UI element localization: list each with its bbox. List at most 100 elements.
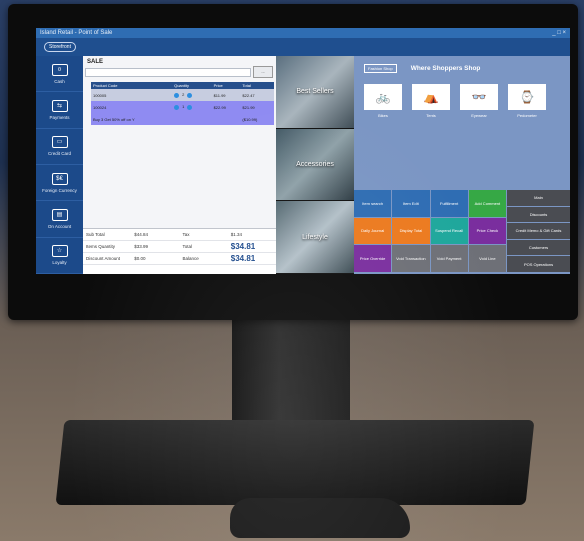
function-buttons: Item search Item Edit Fulfillment Add Comme…	[354, 190, 506, 272]
category-tiles: Best Sellers Accessories Lifestyle	[276, 56, 354, 274]
menu-credit-memo-gift-cards-button[interactable]: Credit Memo & Gift Cards	[507, 223, 570, 239]
items-qty-label: Items Quantity	[86, 244, 116, 249]
balance-value: $34.81	[230, 254, 256, 263]
tile-accessories[interactable]: Accessories	[276, 128, 354, 202]
product-search-input[interactable]	[85, 68, 251, 77]
menu-buttons: Main Discounts Credit Memo & Gift Cards Cus…	[507, 190, 570, 272]
balance-label: Balance	[182, 256, 199, 261]
payment-sidebar: ¤ Cash ⇆ Payments ▭ Credit Card $€ Foreign Curr…	[36, 56, 83, 274]
nav-item-cash[interactable]: ¤ Cash	[36, 56, 83, 93]
cell-code: 100005	[91, 89, 173, 101]
add-comment-button[interactable]: Add Comment	[468, 190, 506, 217]
total-value: $34.81	[230, 242, 256, 251]
cell-qty: 1	[172, 101, 212, 113]
fulfillment-button[interactable]: Fulfillment	[430, 190, 468, 217]
shop-banner: Fashion Shop Where Shoppers Shop	[354, 56, 570, 80]
nav-item-on-account[interactable]: ▤ On Account	[36, 201, 83, 238]
item-search-button[interactable]: Item search	[354, 190, 392, 217]
product-label: Pedometer	[517, 113, 537, 118]
eyewear-icon: 👓	[460, 84, 498, 110]
cell-code: 100024	[91, 101, 173, 113]
cash-icon: ¤	[51, 63, 68, 76]
cell-total: $21.99	[240, 101, 274, 113]
cell-total: ($10.99)	[240, 113, 274, 125]
window-title: Island Retail - Point of Sale	[40, 30, 113, 36]
credit-card-icon: ▭	[51, 136, 68, 149]
item-edit-button[interactable]: Item Edit	[392, 190, 430, 217]
cell-price: $11.99	[211, 89, 241, 101]
nav-item-loyalty[interactable]: ☆ Loyalty	[36, 238, 83, 274]
nav-item-label: Payments	[49, 114, 70, 120]
nav-item-label: Foreign Currency	[42, 187, 77, 193]
col-quantity: Quantity	[172, 82, 212, 89]
menu-customers-button[interactable]: Customers	[507, 239, 570, 256]
shop-slogan: Where Shoppers Shop	[410, 64, 481, 72]
window-titlebar: Island Retail - Point of Sale _ □ ×	[36, 28, 570, 38]
sale-items-table: Product Code Quantity Price Total 100005…	[91, 82, 274, 125]
nav-item-label: On Account	[47, 223, 72, 229]
cell-qty: 2	[172, 89, 212, 101]
table-row[interactable]: 100005 2 $11.99 $22.47	[91, 89, 274, 101]
total-label: Total	[182, 244, 193, 249]
product-bikes[interactable]: 🚲 Bikes	[364, 84, 402, 118]
nav-item-payments[interactable]: ⇆ Payments	[36, 92, 83, 129]
sale-panel: SALE ... Product Code Quantity Price Tot…	[83, 56, 276, 274]
product-eyewear[interactable]: 👓 Eyewear	[460, 84, 498, 118]
tents-icon: ⛺	[412, 84, 450, 110]
increase-qty-icon[interactable]	[187, 104, 193, 110]
app-logo: Storefront	[44, 42, 76, 52]
card-reader	[230, 498, 410, 538]
foreign-currency-icon: $€	[51, 172, 68, 185]
increase-qty-icon[interactable]	[187, 92, 193, 98]
cell-qty	[172, 113, 212, 125]
pos-screen: Island Retail - Point of Sale _ □ × Stor…	[36, 28, 570, 274]
table-row[interactable]: 100024 1 $22.99 $21.99	[91, 101, 274, 113]
nav-item-label: Credit Card	[47, 151, 71, 157]
window-controls[interactable]: _ □ ×	[552, 28, 566, 38]
tile-lifestyle[interactable]: Lifestyle	[276, 201, 354, 274]
display-total-button[interactable]: Display Total	[392, 217, 430, 245]
col-total: Total	[240, 82, 274, 89]
discount-value: $0.00	[134, 256, 146, 261]
nav-item-credit-card[interactable]: ▭ Credit Card	[36, 129, 83, 165]
product-tents[interactable]: ⛺ Tents	[412, 84, 450, 118]
price-check-button[interactable]: Price Check	[468, 217, 506, 245]
shop-logo: Fashion Shop	[364, 63, 397, 73]
cell-code: Buy 3 Get 50% off on Y	[91, 113, 173, 125]
menu-main-button[interactable]: Main	[507, 190, 570, 206]
monitor-stand-base	[55, 420, 535, 505]
suspend-recall-button[interactable]: Suspend Recall	[430, 217, 468, 245]
nav-item-foreign-currency[interactable]: $€ Foreign Currency	[36, 165, 83, 202]
col-product-code: Product Code	[91, 82, 173, 89]
product-pedometer[interactable]: ⌚ Pedometer	[508, 84, 546, 118]
col-price: Price	[211, 82, 241, 89]
menu-discounts-button[interactable]: Discounts	[507, 206, 570, 223]
tax-value: $1.34	[230, 232, 243, 237]
pos-monitor-scene: Island Retail - Point of Sale _ □ × Stor…	[0, 0, 584, 541]
menu-pos-operations-button[interactable]: POS Operations	[507, 256, 570, 272]
product-label: Eyewear	[471, 113, 487, 118]
discount-label: Discount Amount	[86, 256, 121, 261]
sale-title: SALE	[87, 59, 104, 65]
bikes-icon: 🚲	[364, 84, 402, 110]
price-override-button[interactable]: Price Override	[354, 245, 392, 272]
daily-journal-button[interactable]: Daily Journal	[354, 217, 392, 245]
void-payment-button[interactable]: Void Payment	[430, 245, 468, 272]
void-line-button[interactable]: Void Line	[468, 245, 506, 272]
table-row[interactable]: Buy 3 Get 50% off on Y ($10.99)	[91, 113, 274, 125]
qty-value: 2	[182, 92, 185, 98]
pos-app: ¤ Cash ⇆ Payments ▭ Credit Card $€ Foreign Curr…	[36, 56, 570, 274]
void-transaction-button[interactable]: Void Transaction	[392, 245, 430, 272]
sub-total-value: $44.84	[134, 232, 149, 237]
items-qty-value: $33.99	[134, 244, 149, 249]
on-account-icon: ▤	[51, 208, 68, 221]
cell-price	[211, 113, 241, 125]
tax-label: Tax	[182, 232, 190, 237]
tile-best-sellers[interactable]: Best Sellers	[276, 56, 354, 129]
qty-value: 1	[182, 104, 185, 110]
cell-total: $22.47	[240, 89, 274, 101]
nav-item-label: Loyalty	[52, 260, 67, 266]
product-search-button[interactable]: ...	[253, 66, 273, 78]
product-label: Bikes	[378, 113, 388, 118]
app-logo-bar: Storefront	[36, 38, 570, 56]
